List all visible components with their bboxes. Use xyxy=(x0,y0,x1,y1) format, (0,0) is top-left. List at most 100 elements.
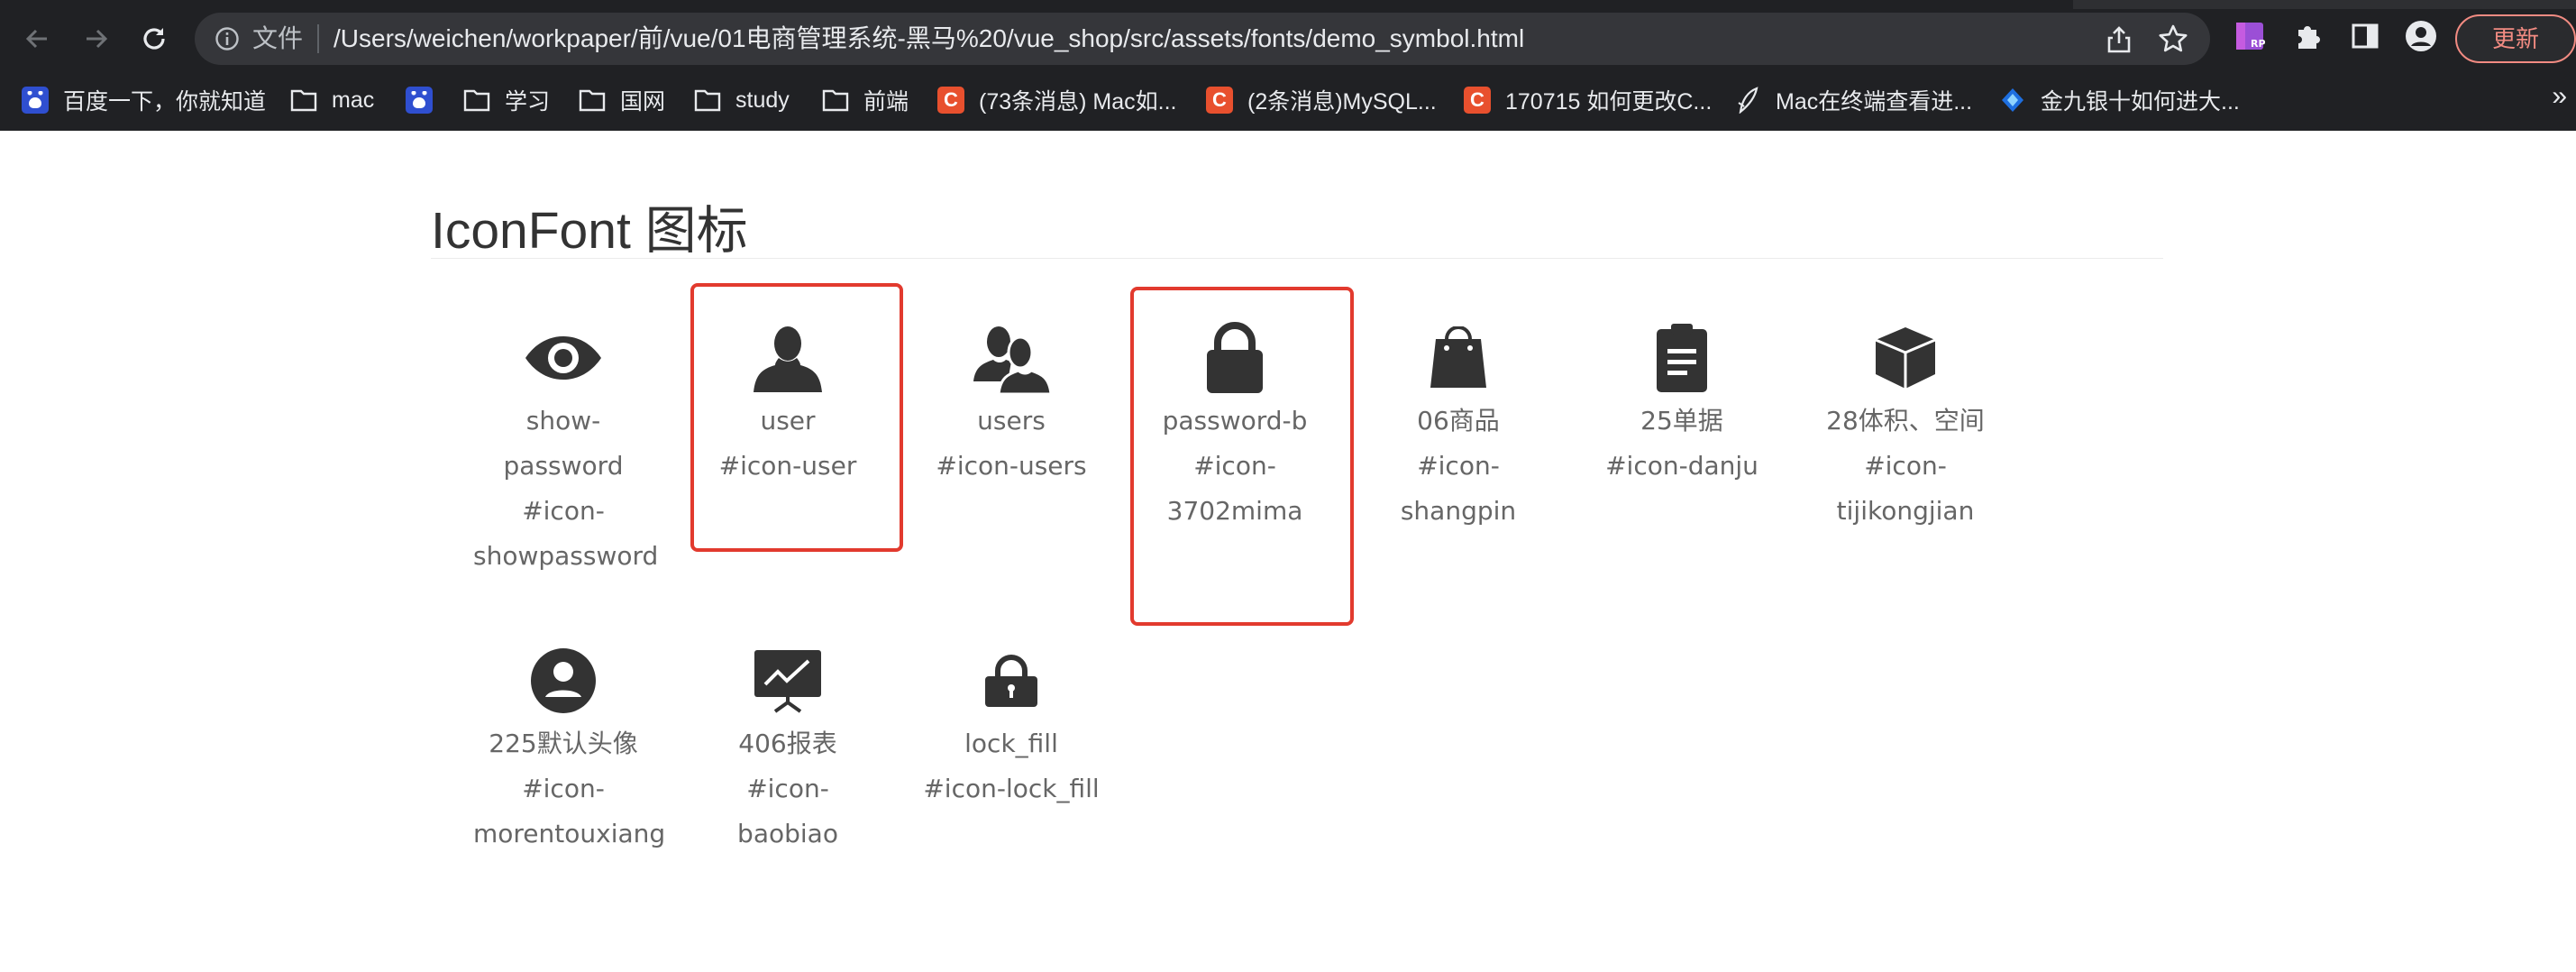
bookmark-folder-mac[interactable]: mac xyxy=(290,78,374,123)
csdn-icon: C xyxy=(1464,87,1491,114)
bookmark-folder-study-cn[interactable]: 学习 xyxy=(463,78,550,123)
icon-card-shangpin[interactable]: 06商品 #icon-shangpin xyxy=(1368,317,1548,534)
bookmark-label: (73条消息) Mac如... xyxy=(979,89,1177,115)
lock-icon xyxy=(1207,322,1263,393)
users-icon xyxy=(973,326,1051,394)
icon-name: show-password xyxy=(503,406,624,481)
folder-icon xyxy=(822,87,849,114)
eye-icon xyxy=(525,336,601,380)
bookmarks-overflow-chevron-icon[interactable]: » xyxy=(2552,81,2567,112)
chart-board-icon xyxy=(754,650,821,713)
icon-name: 406报表 xyxy=(738,729,837,758)
folder-icon xyxy=(463,87,490,114)
address-bar[interactable]: 文件 /Users/weichen/workpaper/前/vue/01电商管理… xyxy=(195,13,2210,65)
bookmark-label: Mac在终端查看进... xyxy=(1776,89,1973,115)
icon-name: 25单据 xyxy=(1640,406,1723,436)
arrow-right-icon xyxy=(87,29,108,49)
icon-card-baobiao[interactable]: 406报表 #icon-baobiao xyxy=(698,640,878,857)
icon-card-danju[interactable]: 25单据 #icon-danju xyxy=(1592,317,1772,489)
reload-button[interactable] xyxy=(132,16,177,61)
bookmark-label: 百度一下，你就知道 xyxy=(63,89,267,115)
icon-code: #icon-lock_fill xyxy=(923,774,1100,803)
icon-name: lock_fill xyxy=(964,729,1058,758)
icon-code: #icon-shangpin xyxy=(1400,451,1517,526)
url-text[interactable]: /Users/weichen/workpaper/前/vue/01电商管理系统-… xyxy=(333,23,1524,54)
arrow-left-icon xyxy=(25,29,47,49)
feather-icon xyxy=(1734,87,1761,114)
icon-code: #icon-baobiao xyxy=(737,774,838,848)
icon-name: password-b xyxy=(1162,406,1308,436)
bookmark-label: 学习 xyxy=(505,89,551,115)
bookmark-terminal[interactable]: Mac在终端查看进... xyxy=(1734,78,1972,123)
bookmark-label: 170715 如何更改C... xyxy=(1505,89,1713,115)
icon-code: #icon-users xyxy=(936,451,1087,481)
icon-card-password-b[interactable]: password-b #icon- 3702mima xyxy=(1145,317,1325,534)
diamond-icon xyxy=(1999,87,2026,114)
baidu-icon xyxy=(406,87,433,114)
icon-code: #icon- xyxy=(522,774,605,803)
folder-icon xyxy=(579,87,606,114)
icon-name: 06商品 xyxy=(1417,406,1500,436)
bookmark-label: 金九银十如何进大... xyxy=(2041,89,2240,115)
icon-card-lock-fill[interactable]: lock_fill #icon-lock_fill xyxy=(921,640,1101,812)
icon-name: users xyxy=(977,406,1046,436)
icon-code: tijikongjian xyxy=(1836,496,1975,526)
forward-button[interactable] xyxy=(74,16,119,61)
bookmark-csdn-1[interactable]: C (73条消息) Mac如... xyxy=(937,78,1176,123)
avatar-icon xyxy=(531,648,596,713)
axure-extension-icon[interactable]: RP xyxy=(2232,18,2268,54)
bookmark-label: mac xyxy=(332,87,375,113)
csdn-icon: C xyxy=(1206,87,1233,114)
bookmark-folder-guowang[interactable]: 国网 xyxy=(579,78,665,123)
bookmark-label: 前端 xyxy=(863,89,909,115)
share-icon[interactable] xyxy=(2106,25,2133,54)
side-panel-icon[interactable] xyxy=(2347,18,2383,54)
bookmark-star-icon[interactable] xyxy=(2158,23,2188,54)
icon-code: #icon- xyxy=(1193,451,1276,481)
extensions-puzzle-icon[interactable] xyxy=(2289,18,2325,54)
icon-card-users[interactable]: users #icon-users xyxy=(921,317,1101,489)
bookmark-label: study xyxy=(735,87,790,113)
omnibox-divider xyxy=(317,24,319,53)
bookmark-folder-study[interactable]: study xyxy=(694,78,790,123)
update-button[interactable]: 更新 xyxy=(2455,14,2576,63)
bookmarks-bar: 百度一下，你就知道 mac 学习 国网 study 前端 C (73条消息) M… xyxy=(0,78,2576,130)
tab-strip-edge xyxy=(2073,0,2576,9)
cube-icon xyxy=(1875,327,1936,389)
icon-name: 225默认头像 xyxy=(489,729,638,758)
bookmark-baidu[interactable]: 百度一下，你就知道 xyxy=(22,78,266,123)
icon-code: morentouxiang xyxy=(473,819,666,848)
bookmark-csdn-3[interactable]: C 170715 如何更改C... xyxy=(1464,78,1712,123)
icon-card-morentouxiang[interactable]: 225默认头像 #icon- morentouxiang xyxy=(473,640,666,857)
icon-code: #icon-danju xyxy=(1605,451,1758,481)
bookmark-csdn-2[interactable]: C (2条消息)MySQL... xyxy=(1206,78,1437,123)
icon-card-tijikongjian[interactable]: 28体积、空间 #icon- tijikongjian xyxy=(1815,317,1996,534)
bookmark-label: 国网 xyxy=(620,89,666,115)
csdn-icon: C xyxy=(937,87,964,114)
icon-card-user[interactable]: user #icon-user xyxy=(698,317,878,489)
back-button[interactable] xyxy=(14,16,59,61)
browser-chrome: 文件 /Users/weichen/workpaper/前/vue/01电商管理… xyxy=(0,0,2576,131)
clipboard-icon xyxy=(1657,324,1707,392)
title-divider xyxy=(431,258,2163,259)
profile-avatar-icon[interactable] xyxy=(2403,18,2439,54)
icon-code: #icon-user xyxy=(718,451,857,481)
bookmark-label: (2条消息)MySQL... xyxy=(1247,89,1437,115)
icon-code: 3702mima xyxy=(1166,496,1303,526)
page-title: IconFont 图标 xyxy=(431,202,748,260)
folder-icon xyxy=(694,87,721,114)
bookmark-jinjiu[interactable]: 金九银十如何进大... xyxy=(1999,78,2240,123)
reload-icon xyxy=(143,28,165,50)
icon-name: 28体积、空间 xyxy=(1826,406,1985,436)
bookmark-folder-frontend[interactable]: 前端 xyxy=(822,78,909,123)
baidu-icon xyxy=(22,87,49,114)
bookmark-baidu-2[interactable] xyxy=(406,78,447,123)
lock-fill-icon xyxy=(985,655,1037,707)
icon-code: #icon- xyxy=(522,496,605,526)
icon-card-show-password[interactable]: show-password #icon- showpassword xyxy=(473,317,658,579)
info-icon[interactable] xyxy=(215,26,240,51)
shopping-bag-icon xyxy=(1430,326,1486,388)
user-icon xyxy=(754,326,822,392)
folder-icon xyxy=(290,87,317,114)
icon-name: user xyxy=(760,406,816,436)
